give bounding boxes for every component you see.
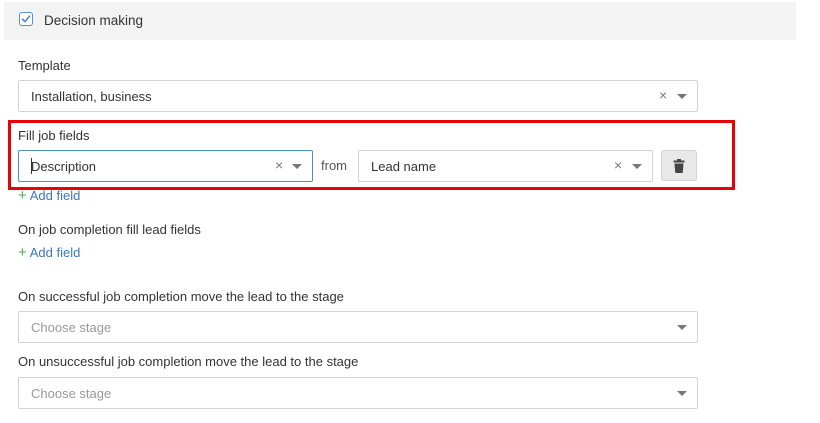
add-field-text: Add field bbox=[29, 188, 81, 203]
decision-making-checkbox[interactable] bbox=[19, 12, 33, 26]
check-icon bbox=[21, 15, 31, 23]
job-settings-panel: Decision making Template Installation, b… bbox=[0, 0, 820, 423]
completion-fill-label: On job completion fill lead fields bbox=[18, 222, 201, 237]
success-stage-select[interactable]: Choose stage bbox=[18, 311, 698, 343]
template-clear-icon[interactable]: × bbox=[659, 87, 667, 103]
template-chevron-down-icon[interactable] bbox=[677, 94, 687, 99]
success-stage-chevron-down-icon[interactable] bbox=[677, 325, 687, 330]
add-lead-field-link[interactable]: + Add field bbox=[18, 244, 80, 261]
add-field-text: Add field bbox=[29, 245, 81, 260]
highlight-box bbox=[8, 120, 735, 190]
plus-icon: + bbox=[18, 244, 27, 261]
success-stage-label: On successful job completion move the le… bbox=[18, 289, 344, 304]
fail-stage-label: On unsuccessful job completion move the … bbox=[18, 354, 359, 369]
success-stage-placeholder: Choose stage bbox=[31, 320, 112, 335]
template-value: Installation, business bbox=[31, 89, 152, 104]
template-label: Template bbox=[18, 58, 71, 73]
fail-stage-chevron-down-icon[interactable] bbox=[677, 391, 687, 396]
section-title: Decision making bbox=[44, 13, 144, 28]
fail-stage-select[interactable]: Choose stage bbox=[18, 377, 698, 409]
template-select[interactable]: Installation, business × bbox=[18, 80, 698, 112]
fail-stage-placeholder: Choose stage bbox=[31, 386, 112, 401]
